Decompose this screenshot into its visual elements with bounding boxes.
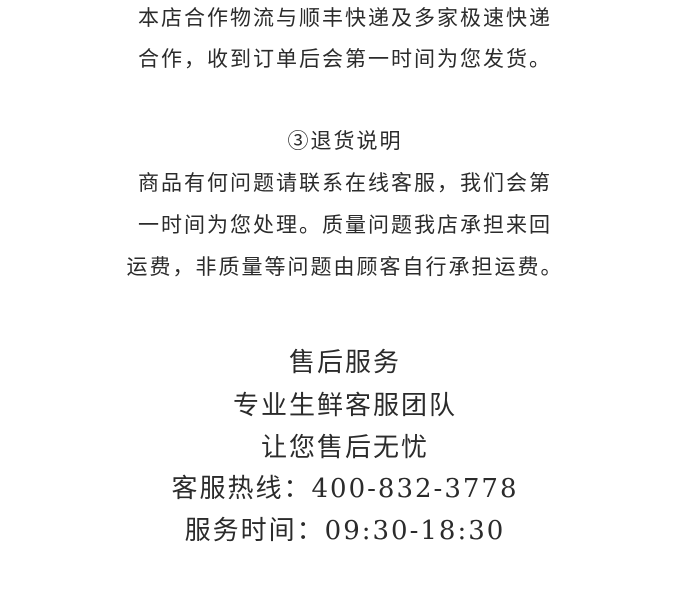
- product-detail-page: 本店合作物流与顺丰快递及多家极速快递 合作，收到订单后会第一时间为您发货。 ③退…: [0, 0, 690, 593]
- returns-text-line-2: 一时间为您处理。质量问题我店承担来回: [138, 213, 552, 237]
- returns-text-line-3: 运费，非质量等问题由顾客自行承担运费。: [126, 255, 564, 279]
- after-sales-title: 售后服务: [288, 348, 401, 378]
- returns-text-line-1: 商品有何问题请联系在线客服，我们会第: [138, 171, 552, 195]
- after-sales-worry-free-line: 让您售后无忧: [260, 433, 429, 463]
- returns-heading: ③退货说明: [287, 129, 403, 153]
- shipping-text-line-2: 合作，收到订单后会第一时间为您发货。: [138, 47, 552, 71]
- after-sales-team-line: 专业生鲜客服团队: [232, 391, 457, 421]
- service-hours: 服务时间：09:30-18:30: [184, 516, 506, 546]
- shipping-text-line-1: 本店合作物流与顺丰快递及多家极速快递: [138, 6, 552, 30]
- customer-service-hotline: 客服热线：400-832-3778: [171, 474, 519, 504]
